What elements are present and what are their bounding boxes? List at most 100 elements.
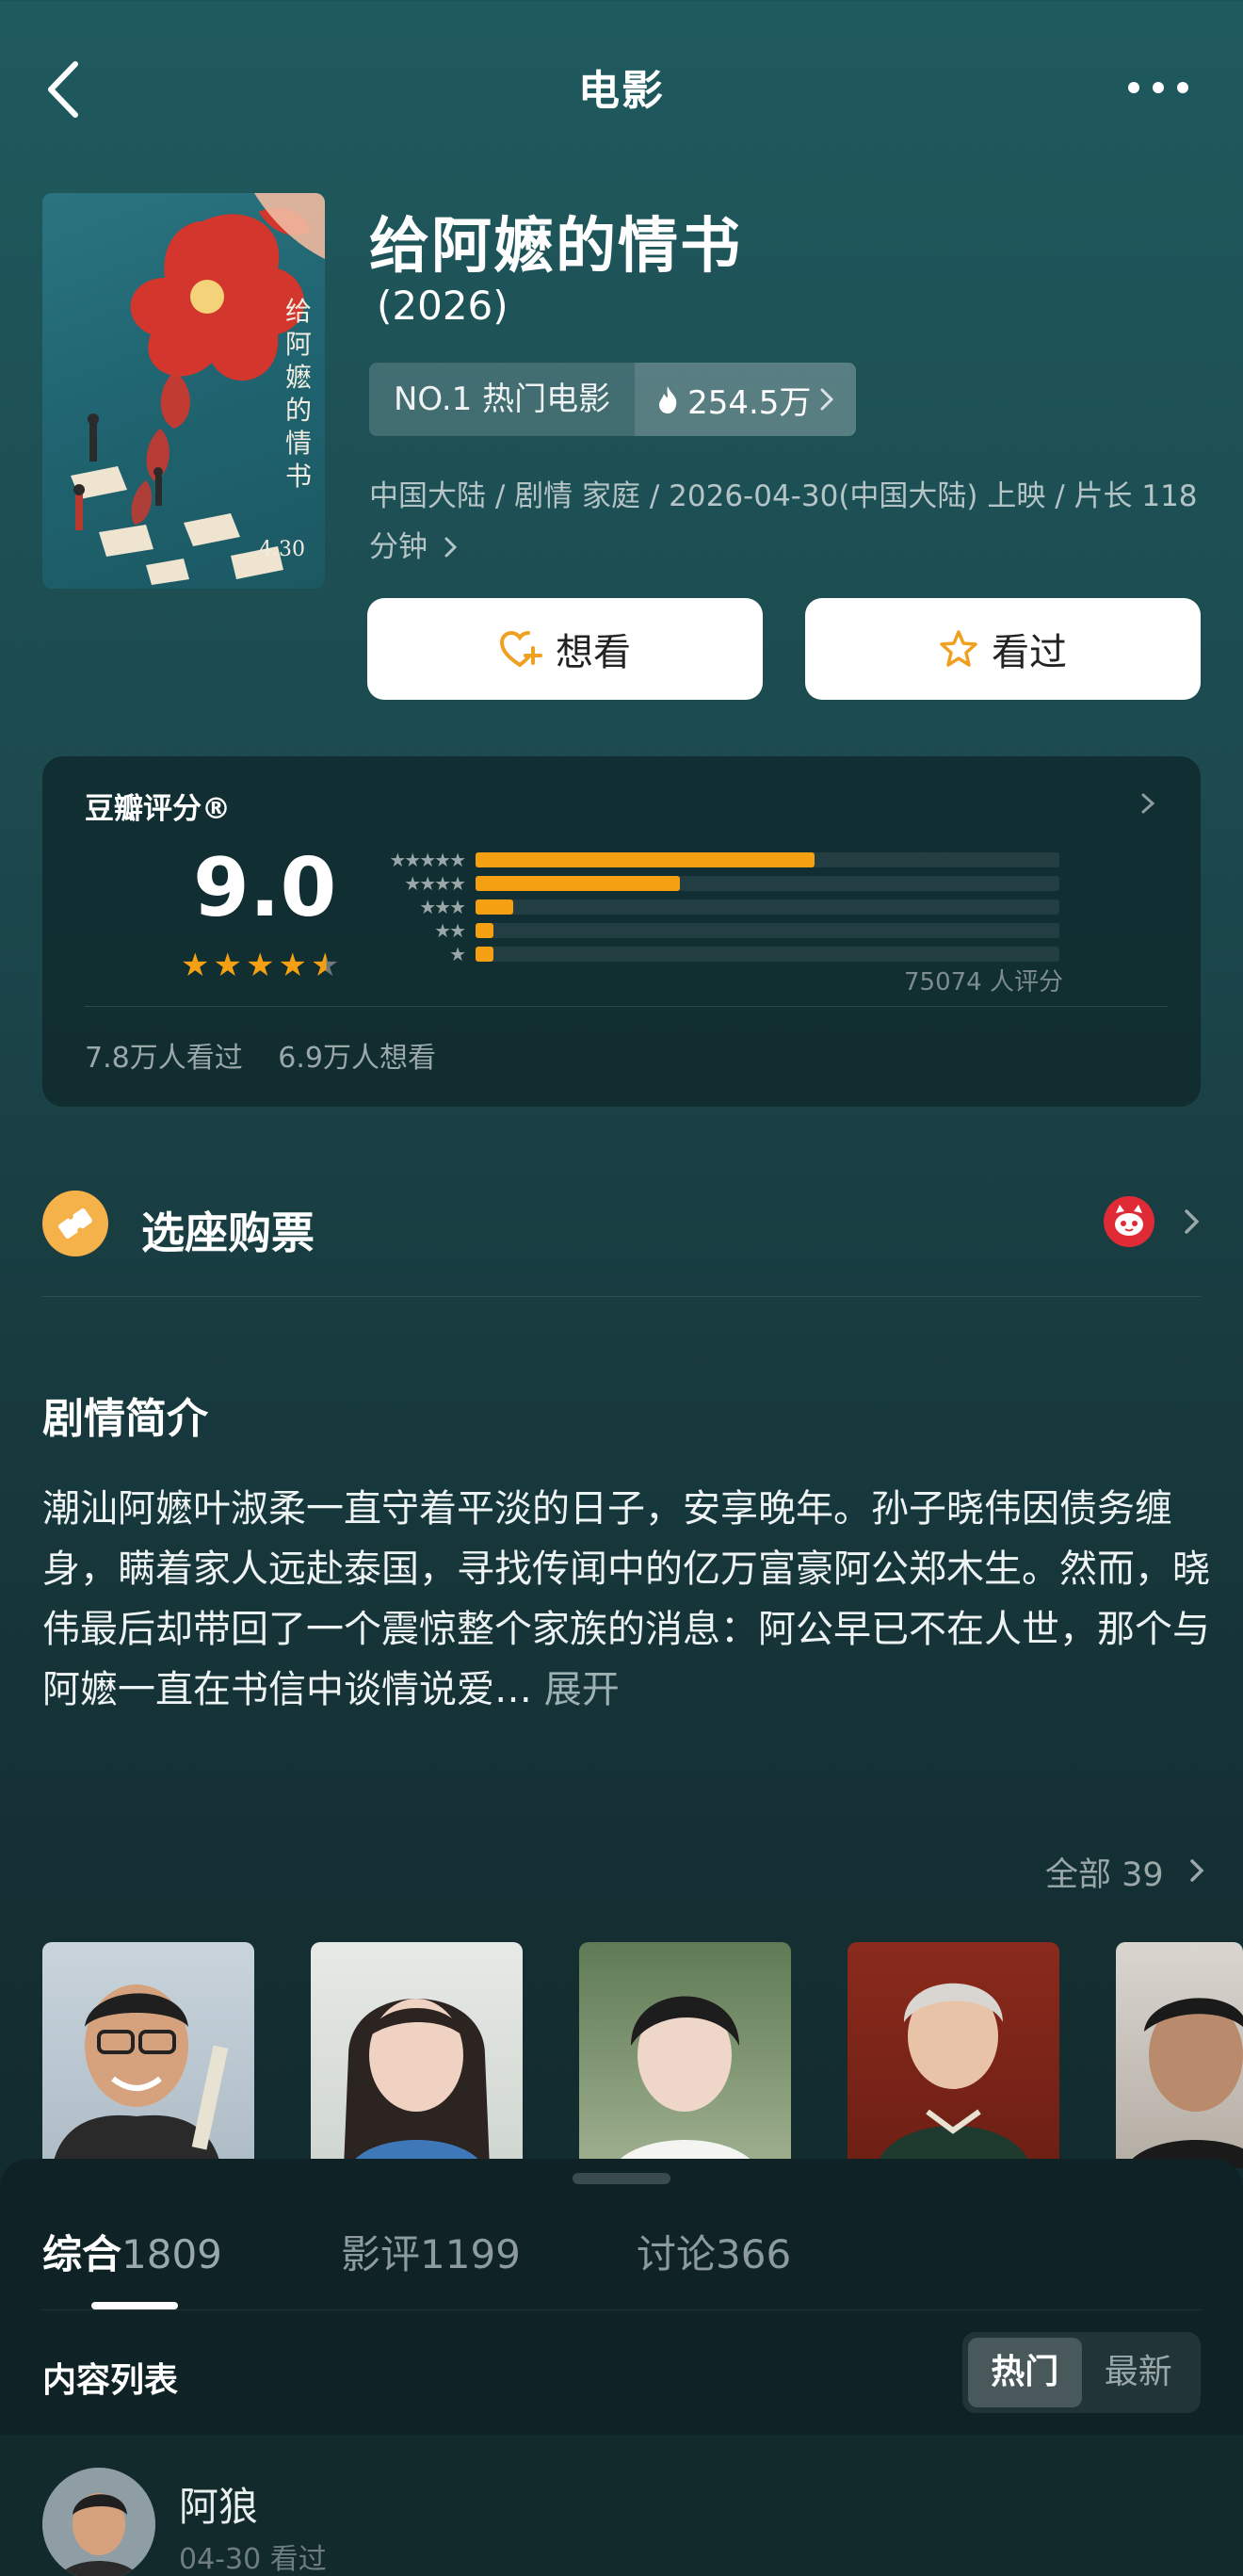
tab-count: 366 bbox=[716, 2231, 792, 2277]
rating-bar-row: ★★★ bbox=[363, 895, 1059, 918]
chevron-right-icon bbox=[1190, 1859, 1204, 1882]
half-star-icon: ★ bbox=[310, 947, 340, 984]
rating-bar-track bbox=[476, 899, 1059, 915]
star-icon: ★ bbox=[213, 947, 242, 984]
star-icon: ★ bbox=[181, 947, 210, 984]
rating-bar-row: ★★ bbox=[363, 918, 1059, 942]
heat-value: 254.5万 bbox=[687, 383, 812, 422]
tab-reviews[interactable]: 影评1199 bbox=[341, 2223, 521, 2280]
chevron-right-icon bbox=[820, 388, 834, 411]
poster-date-text: 4.30 bbox=[259, 538, 305, 561]
cast-photo[interactable] bbox=[579, 1942, 791, 2168]
audience-stats: 7.8万人看过 6.9万人想看 bbox=[85, 1034, 462, 1076]
rating-source-label: 豆瓣评分® bbox=[85, 792, 231, 826]
rating-bar-stars: ★★★ bbox=[419, 895, 466, 918]
movie-meta[interactable]: 中国大陆 / 剧情 家庭 / 2026-04-30(中国大陆) 上映 / 片长 … bbox=[369, 471, 1198, 573]
cast-all-chevron[interactable] bbox=[1188, 1855, 1207, 1886]
page-title: 电影 bbox=[578, 67, 665, 115]
chevron-right-icon bbox=[1141, 793, 1155, 814]
expand-link[interactable]: 展开 bbox=[544, 1668, 620, 1711]
rating-count: 75074 人评分 bbox=[904, 968, 1063, 996]
rating-bar-track bbox=[476, 946, 1059, 962]
rating-bar-stars: ★★ bbox=[434, 918, 466, 942]
rating-score: 9.0 bbox=[193, 841, 337, 935]
rating-bar-fill bbox=[476, 922, 493, 938]
tab-label: 讨论 bbox=[637, 2231, 717, 2277]
cast-all-link[interactable]: 全部 39 bbox=[1045, 1848, 1164, 1896]
synopsis-body: 潮汕阿嬷叶淑柔一直守着平淡的日子，安享晚年。孙子晓伟因债务缠身，瞒着家人远赴泰国… bbox=[42, 1479, 1210, 1720]
synopsis-title: 剧情简介 bbox=[42, 1395, 208, 1443]
heart-plus-icon bbox=[499, 630, 542, 667]
movie-poster[interactable]: 给 阿 嬷 的 情 书 4.30 bbox=[42, 193, 325, 589]
rank-label: NO.1 热门电影 bbox=[394, 381, 611, 418]
divider bbox=[42, 2309, 1201, 2310]
cast-photo[interactable] bbox=[42, 1942, 254, 2168]
rating-detail-button[interactable] bbox=[1138, 787, 1160, 819]
divider bbox=[85, 1006, 1168, 1007]
avatar[interactable] bbox=[42, 2468, 155, 2576]
svg-text:情: 情 bbox=[285, 428, 312, 459]
tab-label: 综合 bbox=[42, 2231, 122, 2277]
heat-badge[interactable]: 254.5万 bbox=[635, 363, 857, 436]
post-meta: 04-30 看过 bbox=[179, 2543, 327, 2576]
rating-bar-track bbox=[476, 851, 1059, 867]
rating-bar-fill bbox=[476, 899, 514, 915]
more-dots-icon bbox=[1128, 82, 1188, 93]
want-to-watch-button[interactable]: 想看 bbox=[367, 598, 763, 700]
person-portrait bbox=[876, 1983, 1031, 2168]
wish-count: 6.9万人想看 bbox=[278, 1042, 436, 1075]
star-icon: ★ bbox=[245, 947, 275, 984]
seen-button[interactable]: 看过 bbox=[805, 598, 1201, 700]
star-icon: ★ bbox=[278, 947, 307, 984]
tab-count: 1809 bbox=[121, 2231, 222, 2277]
rating-bar-stars: ★★★★ bbox=[404, 871, 466, 895]
rating-bar-fill bbox=[476, 946, 493, 962]
chevron-right-icon bbox=[1185, 1209, 1200, 1234]
movie-meta-text: 中国大陆 / 剧情 家庭 / 2026-04-30(中国大陆) 上映 / 片长 … bbox=[369, 479, 1198, 564]
movie-year: (2026) bbox=[377, 283, 508, 329]
watched-count: 7.8万人看过 bbox=[85, 1042, 243, 1075]
svg-text:阿: 阿 bbox=[285, 329, 312, 360]
want-label: 想看 bbox=[556, 631, 631, 674]
movie-title: 给阿嬷的情书 bbox=[369, 212, 742, 282]
rating-bar-row: ★★★★ bbox=[363, 871, 1059, 895]
rank-chip[interactable]: NO.1 热门电影 254.5万 bbox=[369, 363, 857, 436]
rating-bar-track bbox=[476, 922, 1059, 938]
cast-photo[interactable] bbox=[311, 1942, 523, 2168]
rating-bar-track bbox=[476, 875, 1059, 891]
rating-bar-fill bbox=[476, 875, 680, 891]
sheet-handle[interactable] bbox=[573, 2173, 670, 2184]
poster-title-text: 给 bbox=[285, 296, 312, 327]
cast-photo[interactable] bbox=[1116, 1942, 1243, 2168]
rating-stars: ★ ★ ★ ★ ★ bbox=[181, 947, 339, 984]
synopsis-text: 潮汕阿嬷叶淑柔一直守着平淡的日子，安享晚年。孙子晓伟因债务缠身，瞒着家人远赴泰国… bbox=[42, 1487, 1210, 1711]
svg-text:的: 的 bbox=[285, 395, 312, 426]
sort-toggle[interactable]: 热门 最新 bbox=[962, 2332, 1201, 2413]
rating-bar-stars: ★★★★★ bbox=[389, 848, 466, 871]
rating-bar-stars: ★ bbox=[449, 942, 466, 965]
chevron-right-icon bbox=[444, 537, 457, 558]
sort-hot[interactable]: 热门 bbox=[968, 2338, 1082, 2407]
person-portrait bbox=[344, 1999, 490, 2168]
person-portrait bbox=[612, 1996, 758, 2168]
cast-photo[interactable] bbox=[848, 1942, 1059, 2168]
ticket-icon bbox=[42, 1191, 108, 1256]
person-portrait bbox=[1125, 1998, 1243, 2168]
star-outline-icon bbox=[940, 630, 977, 667]
flame-icon bbox=[659, 386, 677, 413]
poster-artwork: 给 阿 嬷 的 情 书 4.30 bbox=[71, 193, 325, 585]
post-username[interactable]: 阿狼 bbox=[179, 2475, 258, 2533]
seen-label: 看过 bbox=[992, 631, 1067, 674]
tab-discussion[interactable]: 讨论366 bbox=[637, 2223, 791, 2280]
ticket-label[interactable]: 选座购票 bbox=[141, 1199, 315, 1261]
tab-overview[interactable]: 综合1809 bbox=[42, 2223, 222, 2280]
active-tab-indicator bbox=[91, 2302, 178, 2309]
rating-bar-row: ★★★★★ bbox=[363, 848, 1059, 871]
more-button[interactable] bbox=[1122, 73, 1198, 102]
tab-count: 1199 bbox=[420, 2231, 521, 2277]
content-list-label: 内容列表 bbox=[42, 2361, 179, 2400]
ticket-chevron[interactable] bbox=[1183, 1206, 1202, 1238]
maoyan-logo-icon bbox=[1104, 1196, 1154, 1247]
sort-latest[interactable]: 最新 bbox=[1082, 2338, 1196, 2407]
rating-distribution: ★★★★★ ★★★★ ★★★ ★★ ★ bbox=[363, 848, 1059, 965]
